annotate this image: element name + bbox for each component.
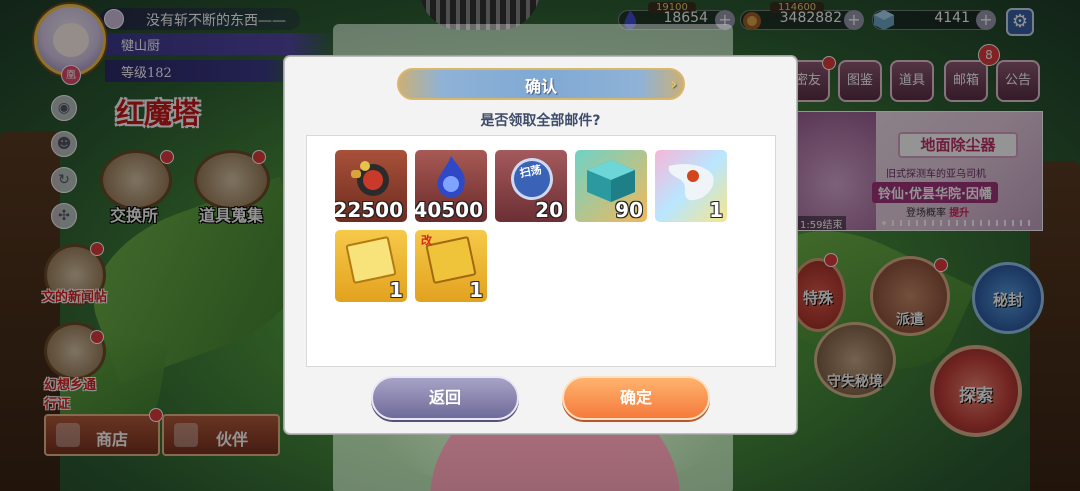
confirm-button[interactable]: 确定 — [562, 376, 710, 420]
book-improved-mark: 改 — [421, 234, 432, 247]
blue-flame-item[interactable]: 40500 — [415, 150, 487, 222]
book-icon — [345, 235, 397, 285]
confirm-dialog: ‹ 确认 › 是否领取全部邮件? 22500 40500 扫荡 20 90 1 … — [284, 56, 797, 434]
spirit-item[interactable]: 1 — [655, 150, 727, 222]
coin-bag-count: 22500 — [335, 198, 403, 222]
book-improved-icon — [425, 235, 477, 285]
back-button[interactable]: 返回 — [371, 376, 519, 420]
coin-bag-icon — [351, 161, 389, 196]
dialog-title: 确认 — [524, 77, 557, 96]
blue-flame-icon — [437, 156, 465, 198]
book-item-2[interactable]: 改 1 — [415, 230, 487, 302]
reward-items-panel: 22500 40500 扫荡 20 90 1 1 改 1 — [306, 135, 776, 367]
right-arrow-icon: › — [670, 75, 677, 93]
blue-flame-count: 40500 — [415, 198, 483, 222]
book-2-count: 1 — [469, 278, 483, 302]
sweep-ticket-count: 20 — [535, 198, 563, 222]
cube-icon — [587, 160, 635, 202]
coin-bag-item[interactable]: 22500 — [335, 150, 407, 222]
spirit-count: 1 — [709, 198, 723, 222]
sweep-ticket-text: 扫荡 — [518, 163, 543, 180]
sweep-ticket-icon: 扫荡 — [507, 154, 557, 204]
cube-count: 90 — [615, 198, 643, 222]
dialog-title-bar: ‹ 确认 › — [397, 68, 685, 100]
sweep-ticket-item[interactable]: 扫荡 20 — [495, 150, 567, 222]
dialog-question: 是否领取全部邮件? — [480, 113, 601, 129]
cube-item[interactable]: 90 — [575, 150, 647, 222]
book-item[interactable]: 1 — [335, 230, 407, 302]
book-count: 1 — [389, 278, 403, 302]
